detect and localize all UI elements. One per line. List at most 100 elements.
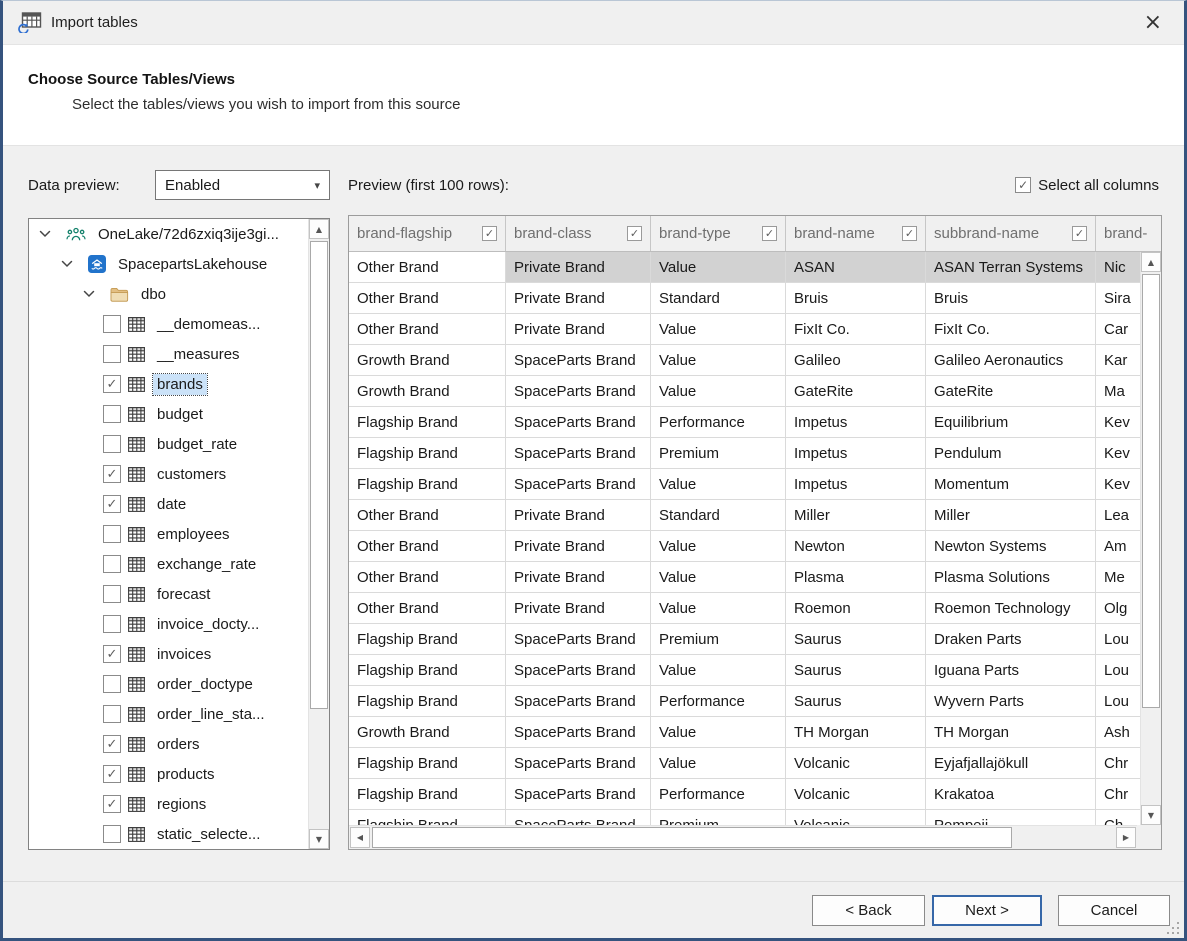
scrollbar-thumb[interactable] xyxy=(1142,274,1160,708)
tree-item-invoice-docty[interactable]: invoice_docty... xyxy=(29,609,308,639)
column-checkbox[interactable]: ✓ xyxy=(1072,226,1087,241)
next-button[interactable]: Next > xyxy=(932,895,1042,926)
grid-cell: Value xyxy=(651,345,786,375)
tree-item-static-selecte[interactable]: static_selecte... xyxy=(29,819,308,849)
tree-item-employees[interactable]: employees xyxy=(29,519,308,549)
checkbox-checked-icon[interactable]: ✓ xyxy=(1015,177,1031,193)
tree-item-date[interactable]: ✓date xyxy=(29,489,308,519)
checkbox-checked[interactable]: ✓ xyxy=(103,375,121,393)
checkbox-unchecked[interactable] xyxy=(103,315,121,333)
checkbox-unchecked[interactable] xyxy=(103,345,121,363)
scroll-up-icon[interactable]: ▲ xyxy=(1141,252,1161,272)
grid-cell: Other Brand xyxy=(349,252,506,282)
scroll-left-icon[interactable]: ◀ xyxy=(350,827,370,848)
column-header-brand-class[interactable]: brand-class✓ xyxy=(506,216,651,251)
checkbox-unchecked[interactable] xyxy=(103,615,121,633)
checkbox-checked[interactable]: ✓ xyxy=(103,465,121,483)
scroll-right-icon[interactable]: ▶ xyxy=(1116,827,1136,848)
data-preview-row: Data preview: Enabled ▾ xyxy=(28,170,330,200)
checkbox-unchecked[interactable] xyxy=(103,585,121,603)
checkbox-checked[interactable]: ✓ xyxy=(103,735,121,753)
cancel-button[interactable]: Cancel xyxy=(1058,895,1170,926)
checkbox-checked[interactable]: ✓ xyxy=(103,645,121,663)
grid-row[interactable]: Flagship BrandSpaceParts BrandPremiumSau… xyxy=(349,624,1162,655)
column-header-brand-name[interactable]: brand-name✓ xyxy=(786,216,926,251)
grid-horizontal-scrollbar[interactable]: ◀ ▶ xyxy=(349,825,1137,849)
grid-row[interactable]: Other BrandPrivate BrandValueNewtonNewto… xyxy=(349,531,1162,562)
checkbox-unchecked[interactable] xyxy=(103,675,121,693)
table-icon xyxy=(128,797,145,812)
tree-item-label: OneLake/72d6zxiq3ije3gi... xyxy=(94,224,283,245)
tree-item-invoices[interactable]: ✓invoices xyxy=(29,639,308,669)
column-header-subbrand-name[interactable]: subbrand-name✓ xyxy=(926,216,1096,251)
grid-row[interactable]: Flagship BrandSpaceParts BrandValueSauru… xyxy=(349,655,1162,686)
checkbox-checked[interactable]: ✓ xyxy=(103,765,121,783)
chevron-down-icon[interactable] xyxy=(81,290,97,298)
tree-item-products[interactable]: ✓products xyxy=(29,759,308,789)
checkbox-unchecked[interactable] xyxy=(103,525,121,543)
checkbox-checked[interactable]: ✓ xyxy=(103,495,121,513)
tree-item-order-line-sta[interactable]: order_line_sta... xyxy=(29,699,308,729)
tree-item-brands[interactable]: ✓brands xyxy=(29,369,308,399)
column-header-brand-flagship[interactable]: brand-flagship✓ xyxy=(349,216,506,251)
grid-row[interactable]: Flagship BrandSpaceParts BrandPerformanc… xyxy=(349,779,1162,810)
checkbox-unchecked[interactable] xyxy=(103,435,121,453)
grid-row[interactable]: Growth BrandSpaceParts BrandValueGateRit… xyxy=(349,376,1162,407)
column-header-brand[interactable]: brand- xyxy=(1096,216,1162,251)
checkbox-unchecked[interactable] xyxy=(103,405,121,423)
grid-row[interactable]: Other BrandPrivate BrandValuePlasmaPlasm… xyxy=(349,562,1162,593)
grid-cell: GateRite xyxy=(926,376,1096,406)
chevron-down-icon[interactable] xyxy=(59,260,75,268)
tree-item-measures[interactable]: __measures xyxy=(29,339,308,369)
scrollbar-thumb[interactable] xyxy=(372,827,1012,848)
tree-item-budget[interactable]: budget xyxy=(29,399,308,429)
tree-item-onelake-72d6zxiq3ije3gi[interactable]: OneLake/72d6zxiq3ije3gi... xyxy=(29,219,308,249)
column-checkbox[interactable]: ✓ xyxy=(627,226,642,241)
chevron-down-icon[interactable] xyxy=(37,230,53,238)
grid-row[interactable]: Growth BrandSpaceParts BrandValueGalileo… xyxy=(349,345,1162,376)
grid-row[interactable]: Other BrandPrivate BrandValueFixIt Co.Fi… xyxy=(349,314,1162,345)
grid-row[interactable]: Flagship BrandSpaceParts BrandPerformanc… xyxy=(349,407,1162,438)
tree-item-regions[interactable]: ✓regions xyxy=(29,789,308,819)
scrollbar-thumb[interactable] xyxy=(310,241,328,709)
checkbox-unchecked[interactable] xyxy=(103,825,121,843)
grid-row[interactable]: Flagship BrandSpaceParts BrandValueImpet… xyxy=(349,469,1162,500)
tree-item-budget-rate[interactable]: budget_rate xyxy=(29,429,308,459)
grid-cell: Private Brand xyxy=(506,500,651,530)
grid-row[interactable]: Flagship BrandSpaceParts BrandValueVolca… xyxy=(349,748,1162,779)
grid-cell: Draken Parts xyxy=(926,624,1096,654)
tree-item-orders[interactable]: ✓orders xyxy=(29,729,308,759)
checkbox-checked[interactable]: ✓ xyxy=(103,795,121,813)
select-all-columns-checkbox[interactable]: ✓ Select all columns xyxy=(1015,177,1159,194)
scroll-up-icon[interactable]: ▲ xyxy=(309,219,329,239)
grid-row[interactable]: Flagship BrandSpaceParts BrandPremiumImp… xyxy=(349,438,1162,469)
tree-item-spacepartslakehouse[interactable]: SpacepartsLakehouse xyxy=(29,249,308,279)
scroll-down-icon[interactable]: ▼ xyxy=(309,829,329,849)
back-button[interactable]: < Back xyxy=(812,895,925,926)
tree-item-dbo[interactable]: dbo xyxy=(29,279,308,309)
grid-vertical-scrollbar[interactable]: ▲ ▼ xyxy=(1140,252,1161,825)
scroll-down-icon[interactable]: ▼ xyxy=(1141,805,1161,825)
grid-row[interactable]: Growth BrandSpaceParts BrandValueTH Morg… xyxy=(349,717,1162,748)
close-button[interactable]: × xyxy=(1136,10,1170,36)
column-checkbox[interactable]: ✓ xyxy=(762,226,777,241)
data-preview-select[interactable]: Enabled ▾ xyxy=(155,170,330,200)
tree-vertical-scrollbar[interactable]: ▲ ▼ xyxy=(308,219,329,849)
grid-row[interactable]: Other BrandPrivate BrandValueRoemonRoemo… xyxy=(349,593,1162,624)
grid-row[interactable]: Other BrandPrivate BrandValueASANASAN Te… xyxy=(349,252,1162,283)
column-header-brand-type[interactable]: brand-type✓ xyxy=(651,216,786,251)
tree-item-forecast[interactable]: forecast xyxy=(29,579,308,609)
grid-cell: Momentum xyxy=(926,469,1096,499)
grid-row[interactable]: Other BrandPrivate BrandStandardBruisBru… xyxy=(349,283,1162,314)
grid-row[interactable]: Other BrandPrivate BrandStandardMillerMi… xyxy=(349,500,1162,531)
tree-item-exchange-rate[interactable]: exchange_rate xyxy=(29,549,308,579)
checkbox-unchecked[interactable] xyxy=(103,555,121,573)
checkbox-unchecked[interactable] xyxy=(103,705,121,723)
tree-item-order-doctype[interactable]: order_doctype xyxy=(29,669,308,699)
grid-row[interactable]: Flagship BrandSpaceParts BrandPerformanc… xyxy=(349,686,1162,717)
resize-grip[interactable] xyxy=(1177,932,1179,934)
tree-item-customers[interactable]: ✓customers xyxy=(29,459,308,489)
column-checkbox[interactable]: ✓ xyxy=(902,226,917,241)
column-checkbox[interactable]: ✓ xyxy=(482,226,497,241)
tree-item-demomeas[interactable]: __demomeas... xyxy=(29,309,308,339)
